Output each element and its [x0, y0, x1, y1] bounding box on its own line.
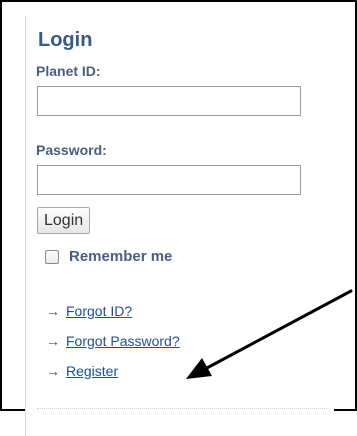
arrow-right-icon: →	[46, 333, 60, 349]
password-input[interactable]	[37, 165, 301, 195]
forgot-password-row: → Forgot Password?	[46, 333, 180, 349]
planet-id-input[interactable]	[37, 86, 301, 116]
register-row: → Register	[46, 363, 118, 379]
forgot-id-row: → Forgot ID?	[46, 303, 132, 319]
arrow-right-icon: →	[46, 363, 60, 379]
login-panel: Login Planet ID: Password: Login Remembe…	[25, 16, 334, 436]
screenshot-frame: Login Planet ID: Password: Login Remembe…	[0, 0, 357, 436]
remember-me-row[interactable]: Remember me	[45, 248, 172, 265]
remember-me-label: Remember me	[69, 248, 173, 265]
forgot-id-link[interactable]: Forgot ID?	[66, 303, 132, 319]
remember-me-checkbox[interactable]	[45, 249, 59, 264]
register-link[interactable]: Register	[66, 363, 118, 379]
planet-id-label: Planet ID:	[36, 63, 101, 79]
password-label: Password:	[36, 142, 107, 158]
arrow-right-icon: →	[46, 303, 60, 319]
forgot-password-link[interactable]: Forgot Password?	[66, 333, 180, 349]
login-button[interactable]: Login	[37, 207, 91, 234]
login-title: Login	[38, 29, 93, 51]
section-divider	[37, 408, 327, 409]
